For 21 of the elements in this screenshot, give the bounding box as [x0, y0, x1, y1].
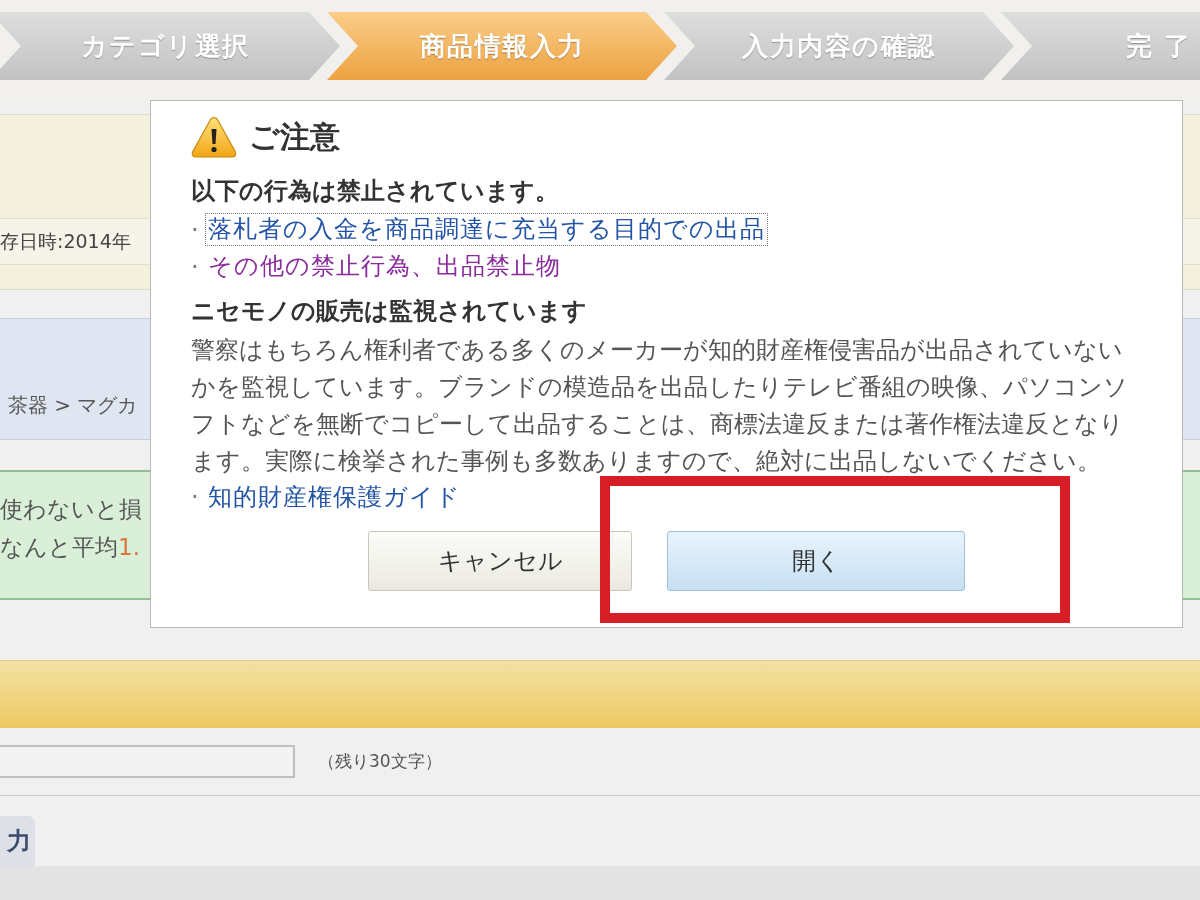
date-text: 存日時:2014年 [0, 228, 131, 254]
warning-icon [191, 116, 237, 158]
section-heading: ニセモノの販売は監視されています [191, 296, 588, 327]
text-input[interactable] [0, 745, 295, 778]
warning-paragraph: 警察はもちろん権利者である多くのメーカーが知的財産権侵害品が出品されていないかを監視しています。ブランドの模造品を出品したりテレビ番組の映像、パソコンソフトなどを無断でコピーして出品することは、商標法違反または著作権法違反となります。実際に検挙された事例も多数ありますので、絶対に出品しないでください。 [191, 335, 1129, 477]
progress-step: 商品情報入力 [327, 12, 677, 80]
promo-text: なんと平均1. [0, 533, 140, 562]
character-counter: （残り30文字） [318, 750, 442, 773]
text-link[interactable]: その他の禁止行為、出品禁止物 [205, 250, 564, 283]
list-bullet: · [191, 215, 200, 244]
text-link[interactable]: 落札者の入金を商品調達に充当する目的での出品 [205, 213, 768, 246]
open-button[interactable]: 開く [667, 531, 965, 591]
list-bullet: · [191, 483, 200, 511]
dialog-title: ご注意 [249, 117, 340, 156]
text-link[interactable]: 知的財産権保護ガイド [205, 480, 464, 514]
section-heading: 以下の行為は禁止されています。 [191, 176, 560, 207]
promo-text: 使わないと損 [0, 495, 142, 524]
cancel-button[interactable]: キャンセル [368, 531, 632, 591]
tab[interactable]: 力 [0, 816, 35, 866]
category-path-text: 茶器 > マグカ [8, 392, 138, 419]
list-bullet: · [191, 252, 200, 281]
